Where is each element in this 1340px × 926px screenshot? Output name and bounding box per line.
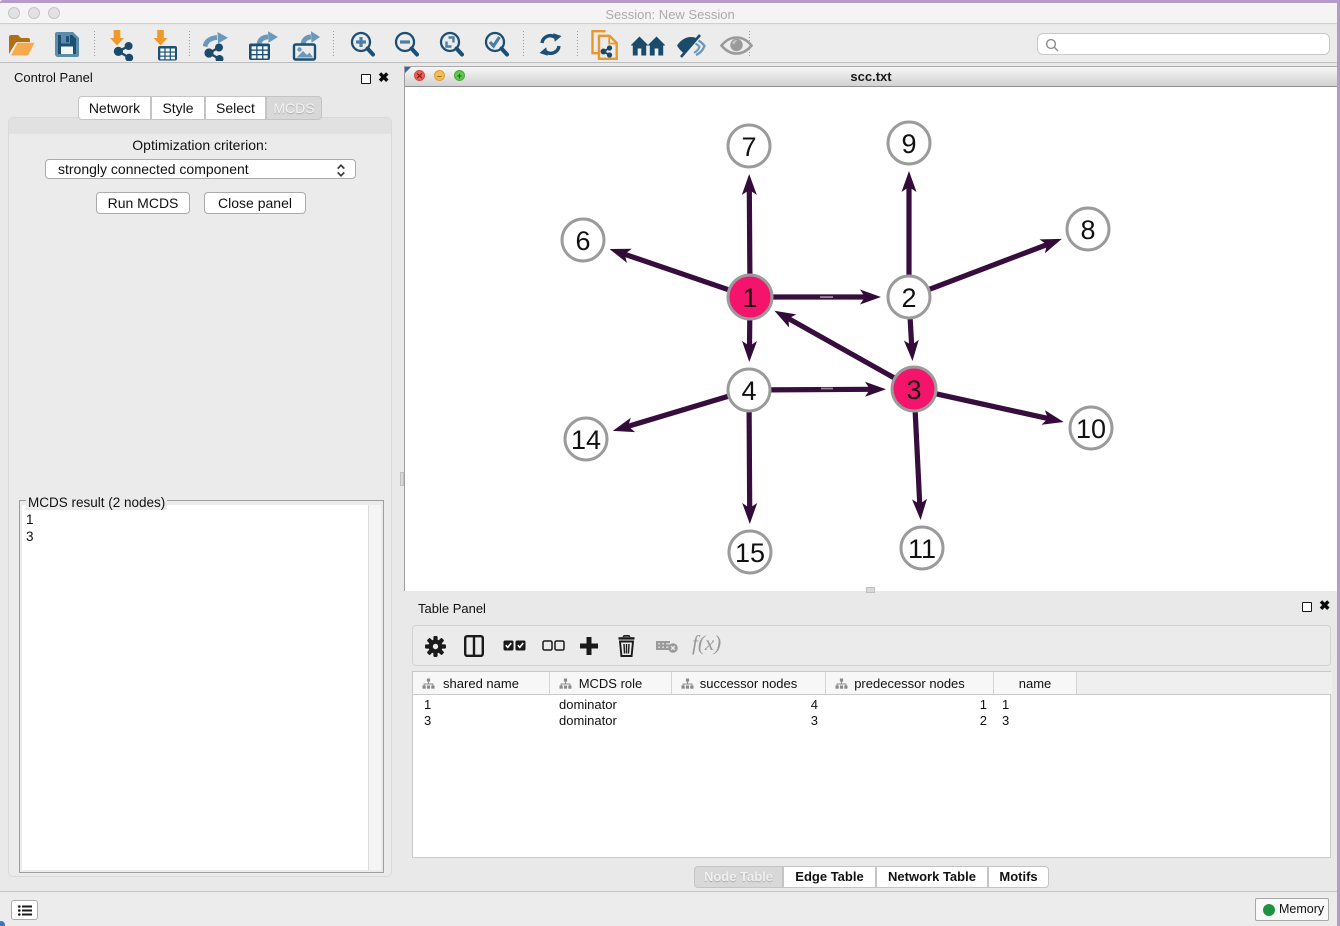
svg-text:11: 11 (908, 534, 936, 564)
svg-text:4: 4 (741, 376, 756, 406)
svg-text:7: 7 (741, 132, 756, 162)
svg-text:2: 2 (901, 283, 916, 313)
svg-text:14: 14 (571, 425, 601, 455)
svg-text:8: 8 (1080, 215, 1095, 245)
svg-text:10: 10 (1076, 414, 1106, 444)
svg-text:6: 6 (575, 226, 590, 256)
svg-text:9: 9 (901, 129, 916, 159)
svg-text:1: 1 (742, 283, 757, 313)
svg-text:3: 3 (906, 375, 921, 405)
svg-text:15: 15 (735, 538, 765, 568)
